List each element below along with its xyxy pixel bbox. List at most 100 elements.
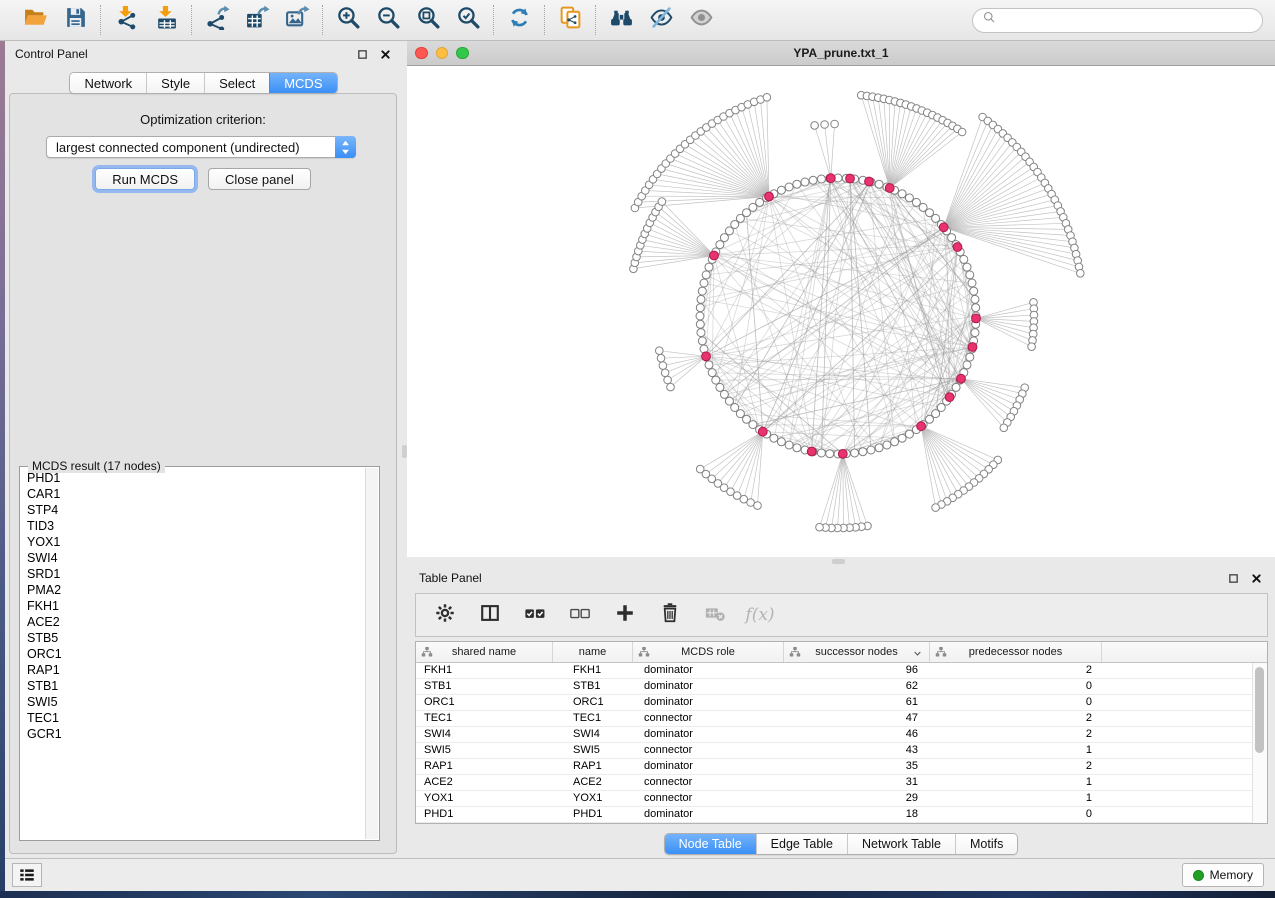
toolbar-apply-layout-button[interactable]	[503, 4, 535, 36]
run-mcds-button[interactable]: Run MCDS	[95, 168, 195, 190]
tab-node-table[interactable]: Node Table	[665, 834, 756, 854]
table-scrollbar-thumb[interactable]	[1255, 667, 1264, 753]
window-minimize-traffic-light[interactable]	[436, 47, 449, 60]
table-row[interactable]: ORC1ORC1dominator610	[416, 695, 1252, 711]
toolbar-zoom-in-button[interactable]	[332, 4, 364, 36]
toolbar-open-folder-button[interactable]	[19, 4, 51, 36]
column-header-shared-name[interactable]: shared name	[416, 642, 553, 662]
column-label: successor nodes	[815, 646, 898, 658]
result-list-scrollbar[interactable]	[365, 468, 378, 839]
table-row[interactable]: SWI5SWI5connector431	[416, 743, 1252, 759]
network-column-icon	[638, 646, 650, 661]
close-panel-icon[interactable]	[379, 48, 392, 61]
toolbar-zoom-fit-button[interactable]	[412, 4, 444, 36]
toolbar-clone-network-button[interactable]	[554, 4, 586, 36]
table-row[interactable]: PHD1PHD1dominator180	[416, 807, 1252, 823]
mcds-result-node[interactable]: CAR1	[21, 486, 365, 502]
memory-button[interactable]: Memory	[1182, 863, 1264, 887]
mcds-result-node[interactable]: FKH1	[21, 598, 365, 614]
cell-succ: 29	[784, 791, 930, 806]
close-panel-button[interactable]: Close panel	[208, 168, 311, 190]
tab-network-table[interactable]: Network Table	[847, 834, 955, 854]
cell-succ: 96	[784, 663, 930, 678]
cell-shared_name: TEC1	[416, 711, 553, 726]
table-row[interactable]: STB1STB1dominator620	[416, 679, 1252, 695]
mcds-result-node[interactable]: PMA2	[21, 582, 365, 598]
table-gear-button[interactable]	[431, 601, 459, 629]
cell-pred: 0	[930, 679, 1102, 694]
mcds-result-node[interactable]: GCR1	[21, 726, 365, 742]
table-show-columns-button[interactable]	[476, 601, 504, 629]
mcds-result-node[interactable]: SRD1	[21, 566, 365, 582]
window-close-traffic-light[interactable]	[415, 47, 428, 60]
window-maximize-traffic-light[interactable]	[456, 47, 469, 60]
table-row[interactable]: FKH1FKH1dominator962	[416, 663, 1252, 679]
vertical-splitter-handle[interactable]	[402, 445, 407, 458]
column-header-successor-nodes[interactable]: successor nodes	[784, 642, 930, 662]
mcds-result-node[interactable]: SWI4	[21, 550, 365, 566]
tab-select[interactable]: Select	[204, 73, 269, 93]
mcds-result-node[interactable]: TEC1	[21, 710, 365, 726]
mcds-result-node[interactable]: RAP1	[21, 662, 365, 678]
desktop-background-bottom	[0, 891, 1275, 898]
toolbar-import-network-button[interactable]	[110, 4, 142, 36]
tab-mcds[interactable]: MCDS	[269, 73, 336, 93]
network-graph	[407, 66, 1275, 557]
column-header-predecessor-nodes[interactable]: predecessor nodes	[930, 642, 1102, 662]
table-deselect-all-button[interactable]	[566, 601, 594, 629]
toolbar-save-session-button[interactable]	[59, 4, 91, 36]
criterion-selected-value: largest connected component (undirected)	[47, 140, 335, 155]
column-header-MCDS-role[interactable]: MCDS role	[633, 642, 784, 662]
column-header-filler	[1102, 642, 1267, 662]
table-row[interactable]: TEC1TEC1connector472	[416, 711, 1252, 727]
float-panel-icon[interactable]	[356, 48, 369, 61]
task-history-button[interactable]	[12, 863, 42, 887]
table-scrollbar[interactable]	[1252, 663, 1267, 823]
toolbar-hide-selected-eye-slash-button[interactable]	[645, 4, 677, 36]
horizontal-splitter-handle[interactable]	[832, 559, 845, 564]
mcds-result-node[interactable]: ORC1	[21, 646, 365, 662]
search-box[interactable]	[972, 8, 1263, 33]
search-input[interactable]	[1002, 13, 1253, 27]
table-row[interactable]: ACE2ACE2connector311	[416, 775, 1252, 791]
network-window-titlebar[interactable]: YPA_prune.txt_1	[407, 41, 1275, 66]
mcds-result-list[interactable]: PHD1CAR1STP4TID3YOX1SWI4SRD1PMA2FKH1ACE2…	[21, 470, 365, 839]
table-row[interactable]: RAP1RAP1dominator352	[416, 759, 1252, 775]
table-row[interactable]: YOX1YOX1connector291	[416, 791, 1252, 807]
criterion-select[interactable]: largest connected component (undirected)	[46, 136, 356, 158]
close-table-panel-icon[interactable]	[1250, 572, 1263, 585]
status-bar: Memory	[5, 858, 1275, 891]
toolbar-import-table-button[interactable]	[150, 4, 182, 36]
table-select-all-button[interactable]	[521, 601, 549, 629]
toolbar-export-table-button[interactable]	[241, 4, 273, 36]
toolbar-export-network-button[interactable]	[201, 4, 233, 36]
tab-network[interactable]: Network	[70, 73, 146, 93]
column-header-name[interactable]: name	[553, 642, 633, 662]
cell-name: STB1	[553, 679, 633, 694]
mcds-result-node[interactable]: SWI5	[21, 694, 365, 710]
toolbar-find-binoculars-button[interactable]	[605, 4, 637, 36]
table-add-column-button[interactable]	[611, 601, 639, 629]
cell-role: dominator	[633, 759, 784, 774]
mcds-result-node[interactable]: STP4	[21, 502, 365, 518]
mcds-result-node[interactable]: STB1	[21, 678, 365, 694]
toolbar-zoom-out-button[interactable]	[372, 4, 404, 36]
toolbar-export-image-button[interactable]	[281, 4, 313, 36]
tab-style[interactable]: Style	[146, 73, 204, 93]
toolbar-zoom-selected-button[interactable]	[452, 4, 484, 36]
float-table-panel-icon[interactable]	[1227, 572, 1240, 585]
table-delete-column-button[interactable]	[656, 601, 684, 629]
export-network-icon	[205, 5, 230, 35]
memory-status-icon	[1193, 870, 1204, 881]
mcds-result-node[interactable]: STB5	[21, 630, 365, 646]
mcds-result-node[interactable]: YOX1	[21, 534, 365, 550]
table-row[interactable]: SWI4SWI4dominator462	[416, 727, 1252, 743]
import-table-icon	[154, 5, 179, 35]
network-canvas[interactable]	[407, 66, 1275, 557]
tab-motifs[interactable]: Motifs	[955, 834, 1017, 854]
mcds-result-node[interactable]: TID3	[21, 518, 365, 534]
mcds-result-node[interactable]: ACE2	[21, 614, 365, 630]
show-all-eye-icon	[689, 5, 714, 35]
cell-shared_name: YOX1	[416, 791, 553, 806]
tab-edge-table[interactable]: Edge Table	[756, 834, 847, 854]
